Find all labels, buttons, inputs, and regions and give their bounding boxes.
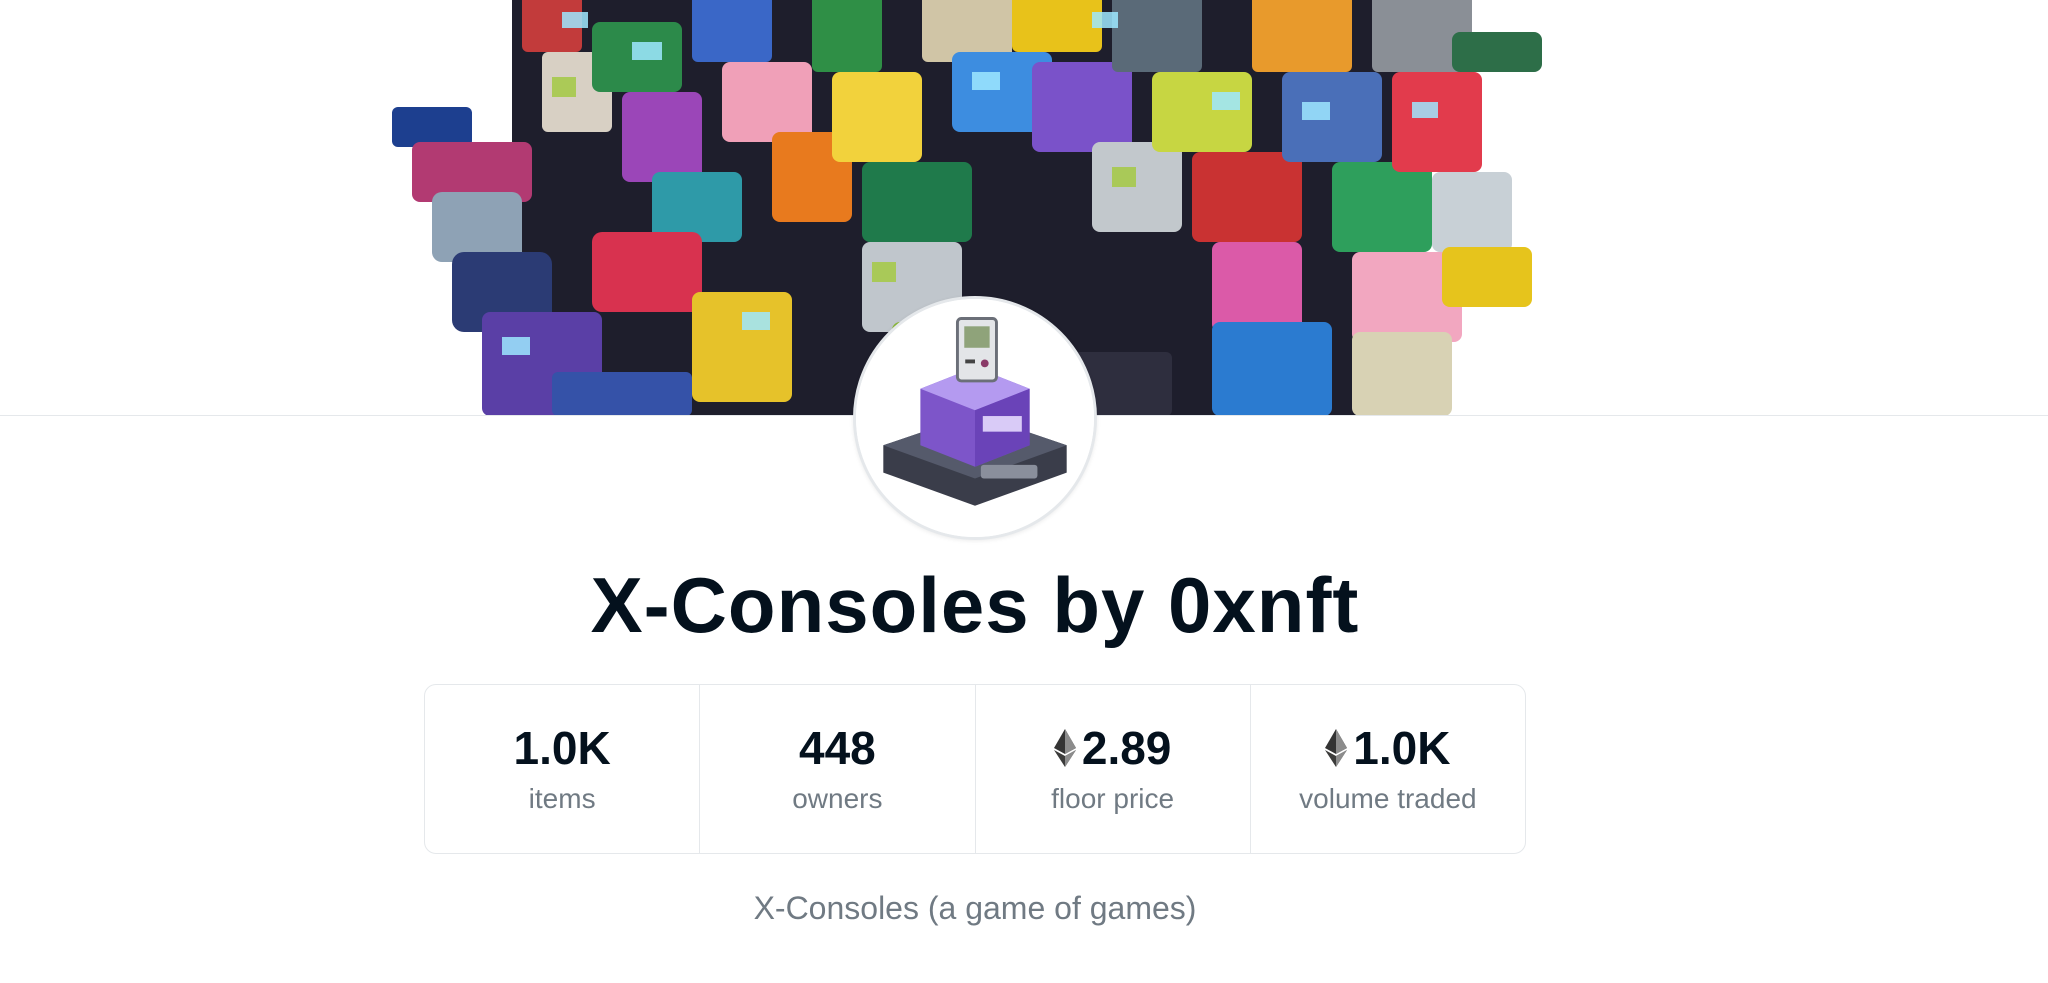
stat-floor-price-value: 2.89 [1081,721,1172,774]
stat-floor-price-label: floor price [1051,783,1175,815]
stat-volume-traded-value: 1.0K [1353,721,1451,774]
ethereum-icon [1325,729,1348,767]
stat-volume-traded-label: volume traded [1299,783,1477,815]
collection-page: X-Consoles by 0xnft 1.0K items 448 owner… [0,0,2048,983]
collection-description: X-Consoles (a game of games) [753,890,1197,926]
stat-owners-value: 448 [799,721,876,774]
stat-volume-traded[interactable]: 1.0K volume traded [1251,685,1525,853]
collection-title: X-Consoles by 0xnft [590,561,1360,649]
stat-items-label: items [528,783,596,815]
collection-stats: 1.0K items 448 owners 2.89 floor price 1… [424,684,1526,854]
stat-owners[interactable]: 448 owners [700,685,976,853]
stat-owners-label: owners [792,783,883,815]
stat-items[interactable]: 1.0K items [425,685,701,853]
ethereum-icon [1053,729,1076,767]
collection-avatar[interactable] [853,296,1097,540]
stat-floor-price[interactable]: 2.89 floor price [976,685,1251,853]
stat-items-value: 1.0K [513,721,611,774]
